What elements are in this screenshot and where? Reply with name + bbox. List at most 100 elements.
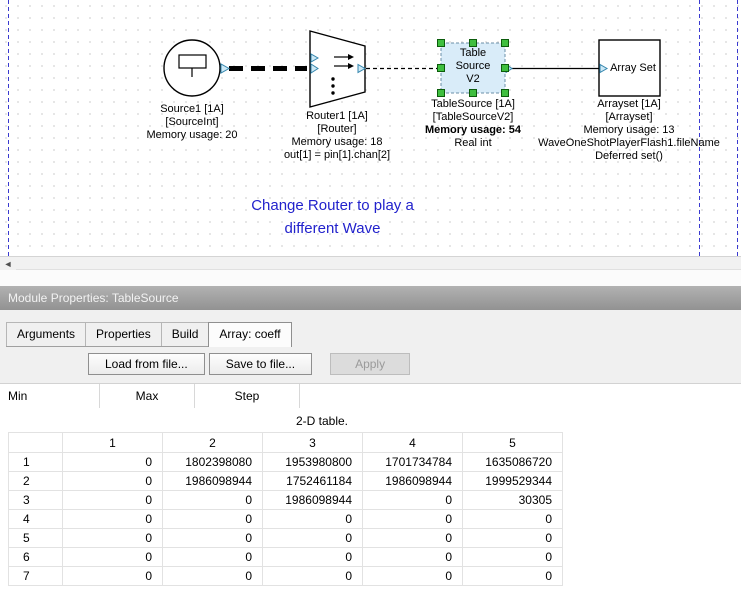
table-cell[interactable]: 0	[363, 567, 463, 586]
block-title-line: Table	[441, 47, 505, 60]
router-channel-dot	[331, 84, 334, 87]
table-cell[interactable]: 0	[263, 529, 363, 548]
table-cell[interactable]: 1986098944	[163, 472, 263, 491]
table-cell[interactable]: 0	[63, 510, 163, 529]
table-cell[interactable]: 0	[63, 567, 163, 586]
coeff-table-head-row: 12345	[9, 433, 563, 453]
panel-splitter[interactable]	[0, 270, 741, 286]
column-header[interactable]: 4	[363, 433, 463, 453]
panel-title: Module Properties: TableSource	[0, 286, 741, 310]
block-title-line: V2	[441, 73, 505, 86]
router-channel-dot	[331, 77, 334, 80]
table-cell[interactable]: 1701734784	[363, 453, 463, 472]
table-cell[interactable]: 0	[463, 567, 563, 586]
table-cell[interactable]: 1986098944	[363, 472, 463, 491]
diagram-canvas[interactable]: Table Source V2 Array Set Source1 [1A] […	[0, 0, 741, 256]
table-cell[interactable]: 1953980800	[263, 453, 363, 472]
table-cell[interactable]: 0	[363, 529, 463, 548]
table-cell[interactable]: 0	[363, 491, 463, 510]
annotation-line: Change Router to play a	[225, 194, 440, 217]
table-cell[interactable]: 0	[463, 548, 563, 567]
block-label: Memory usage: 13	[519, 124, 739, 137]
table-caption: 2-D table.	[0, 414, 644, 428]
tab-build[interactable]: Build	[161, 322, 210, 346]
selection-handle[interactable]	[502, 40, 509, 47]
table-cell[interactable]: 0	[263, 510, 363, 529]
coeff-table: 12345 1018023980801953980800170173478416…	[8, 432, 563, 586]
table-cell[interactable]: 1999529344	[463, 472, 563, 491]
row-header[interactable]: 2	[9, 472, 63, 491]
tab-properties[interactable]: Properties	[85, 322, 162, 346]
selection-handle[interactable]	[470, 40, 477, 47]
table-row: 400000	[9, 510, 563, 529]
block-label: out[1] = pin[1].chan[2]	[257, 149, 417, 162]
table-cell[interactable]: 0	[163, 548, 263, 567]
table-cell[interactable]: 0	[163, 510, 263, 529]
table-row: 500000	[9, 529, 563, 548]
row-header[interactable]: 4	[9, 510, 63, 529]
column-header[interactable]: 1	[63, 433, 163, 453]
block-label: [SourceInt]	[112, 116, 272, 129]
table-cell[interactable]: 0	[163, 567, 263, 586]
row-header[interactable]: 7	[9, 567, 63, 586]
router-block[interactable]	[310, 31, 365, 107]
router-trapezoid-icon	[310, 31, 365, 107]
scroll-left-arrow-icon[interactable]: ◄	[0, 257, 16, 270]
selection-handle[interactable]	[502, 90, 509, 97]
block-label: Memory usage: 20	[112, 129, 272, 142]
arrayset-block-labels: Arrayset [1A] [Arrayset] Memory usage: 1…	[519, 98, 739, 163]
diagram-annotation[interactable]: Change Router to play a different Wave	[225, 194, 440, 240]
table-corner[interactable]	[9, 433, 63, 453]
column-header[interactable]: 3	[263, 433, 363, 453]
file-button-row: Load from file... Save to file... Apply	[88, 353, 741, 375]
table-cell[interactable]: 0	[63, 529, 163, 548]
coeff-table-body: 1018023980801953980800170173478416350867…	[9, 453, 563, 586]
table-cell[interactable]: 1802398080	[163, 453, 263, 472]
table-cell[interactable]: 0	[63, 472, 163, 491]
tab-array-coeff[interactable]: Array: coeff	[208, 322, 291, 347]
table-cell[interactable]: 0	[363, 510, 463, 529]
param-header-max: Max	[100, 384, 195, 408]
block-label: WaveOneShotPlayerFlash1.fileName	[519, 137, 739, 150]
load-from-file-button[interactable]: Load from file...	[88, 353, 205, 375]
source-block[interactable]	[164, 40, 229, 96]
column-header[interactable]: 5	[463, 433, 563, 453]
row-header[interactable]: 3	[9, 491, 63, 510]
tab-strip: Arguments Properties Build Array: coeff	[6, 322, 291, 347]
table-cell[interactable]: 0	[63, 491, 163, 510]
table-cell[interactable]: 1752461184	[263, 472, 363, 491]
source-output-pin-icon[interactable]	[221, 64, 229, 73]
row-header[interactable]: 6	[9, 548, 63, 567]
table-cell[interactable]: 0	[163, 529, 263, 548]
table-cell[interactable]: 0	[263, 548, 363, 567]
row-header[interactable]: 5	[9, 529, 63, 548]
source-block-labels: Source1 [1A] [SourceInt] Memory usage: 2…	[112, 103, 272, 142]
save-to-file-button[interactable]: Save to file...	[209, 353, 312, 375]
table-cell[interactable]: 0	[363, 548, 463, 567]
table-cell[interactable]: 0	[463, 529, 563, 548]
table-cell[interactable]: 0	[63, 548, 163, 567]
selection-handle[interactable]	[438, 40, 445, 47]
module-properties-panel: Arguments Properties Build Array: coeff …	[0, 310, 741, 600]
block-label: [Arrayset]	[519, 111, 739, 124]
router-channel-dot	[331, 91, 334, 94]
table-cell[interactable]: 0	[163, 491, 263, 510]
apply-button[interactable]: Apply	[330, 353, 410, 375]
param-header-step: Step	[195, 384, 300, 408]
tab-arguments[interactable]: Arguments	[6, 322, 86, 346]
block-label: Arrayset [1A]	[519, 98, 739, 111]
selection-handle[interactable]	[470, 90, 477, 97]
selection-handle[interactable]	[438, 90, 445, 97]
block-label: Source1 [1A]	[112, 103, 272, 116]
table-cell[interactable]: 0	[463, 510, 563, 529]
row-header[interactable]: 1	[9, 453, 63, 472]
table-cell[interactable]: 0	[263, 567, 363, 586]
table-cell[interactable]: 1635086720	[463, 453, 563, 472]
column-header[interactable]: 2	[163, 433, 263, 453]
table-cell[interactable]: 1986098944	[263, 491, 363, 510]
canvas-horizontal-scrollbar[interactable]: ◄	[0, 256, 741, 270]
table-row: 1018023980801953980800170173478416350867…	[9, 453, 563, 472]
table-cell[interactable]: 0	[63, 453, 163, 472]
table-cell[interactable]: 30305	[463, 491, 563, 510]
block-title-line: Source	[441, 60, 505, 73]
